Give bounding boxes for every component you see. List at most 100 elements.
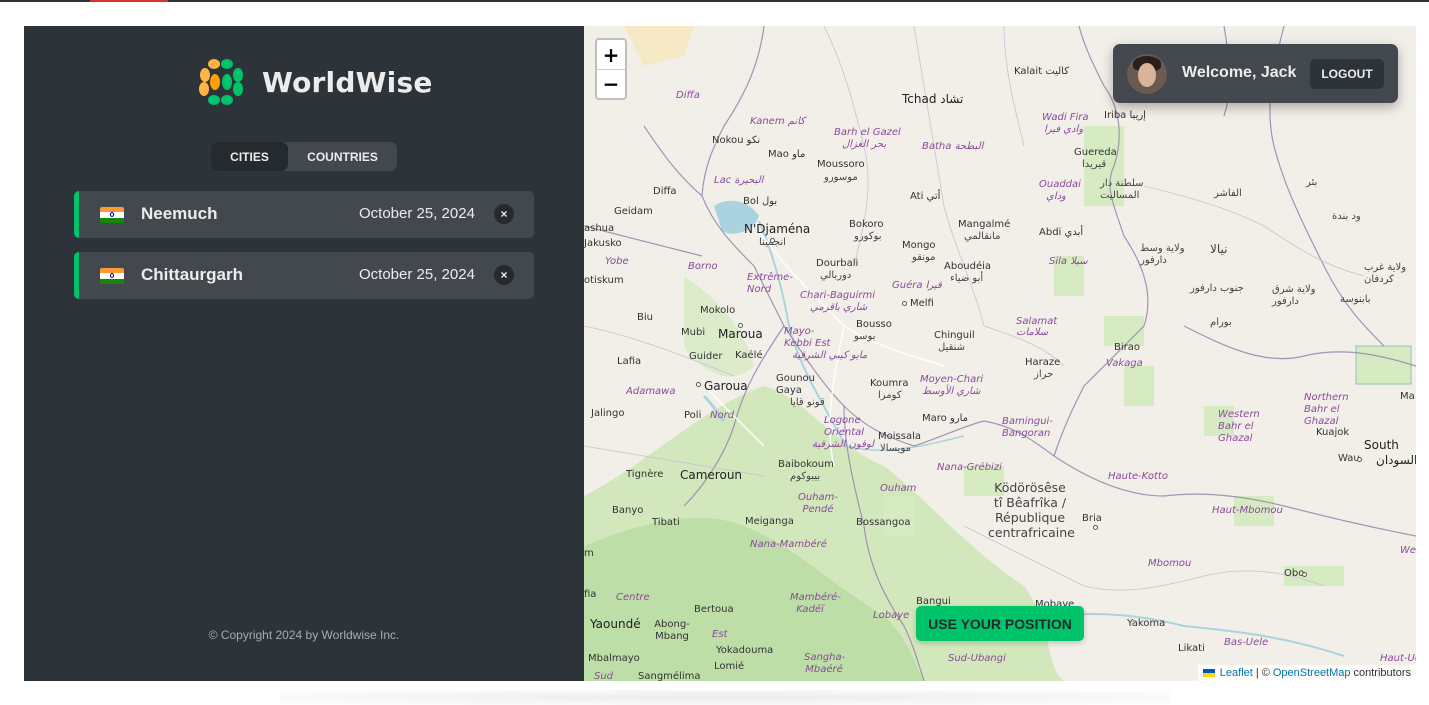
delete-city-button[interactable]: × [494, 265, 514, 285]
map-label-fia: fia [584, 589, 597, 600]
map-label-dourbali: Dourbali [816, 258, 859, 269]
city-date: October 25, 2024 [359, 266, 475, 283]
map-label-tibati: Tibati [652, 517, 680, 528]
map-label-mambere-kadei: Mambéré-Kadéï [790, 592, 841, 615]
map-label-diffa-top: Diffa [676, 90, 700, 101]
map-label-wad-banda: ود بندة [1332, 211, 1361, 222]
map-label-bokoro-ar: بوكورو [854, 231, 882, 242]
map-attribution: Leaflet | © OpenStreetMap contributors [1197, 665, 1416, 681]
city-item-neemuch[interactable]: Neemuch October 25, 2024 × [74, 191, 534, 238]
map-label-chinguil-ar: شنقيل [938, 342, 966, 353]
map-label-nana-mambere: Nana-Mambéré [750, 539, 827, 550]
map-label-kaele: Kaélé [735, 350, 763, 361]
delete-city-button[interactable]: × [494, 204, 514, 224]
map-label-mokolo: Mokolo [700, 305, 736, 316]
city-item-chittaurgarh[interactable]: Chittaurgarh October 25, 2024 × [74, 252, 534, 299]
zoom-out-button[interactable]: − [597, 69, 625, 98]
map-label-abong-mbang: Abong-Mbang [654, 619, 690, 642]
map-label-baibokoum-ar: بيبوكوم [790, 471, 821, 482]
tab-bar: CITIES COUNTRIES [211, 142, 397, 171]
map-label-cameroun: Cameroun [680, 468, 743, 482]
map-label-yokadouma: Yokadouma [716, 645, 774, 656]
map-label-west-edge: Wes [1400, 545, 1416, 556]
map-label-mao: Mao ماو [768, 149, 806, 160]
map-label-chari-baguirmi-ar: شاري باقرمي [810, 302, 868, 313]
map-label-gounou-gaya: Gounou Gaya [776, 373, 815, 396]
browser-tab-indicator [90, 0, 168, 2]
map-label-vakaga: Vakaga [1106, 358, 1143, 369]
map-label-moissala-ar: مويسالا [880, 443, 911, 454]
map-label-bol: Bol بول [743, 196, 778, 207]
map-label-centre: Centre [616, 592, 650, 603]
map-label-biu: Biu [637, 312, 653, 323]
app-layout: WorldWise CITIES COUNTRIES Neemuch Octob… [24, 26, 1416, 681]
map-label-salamat-ar: سلامات [1016, 327, 1049, 338]
map-label-ouham-pende: Ouham-Pendé [798, 492, 839, 515]
map-label-south-sudan: South [1364, 438, 1399, 452]
map-label-aboudeia: Aboudéia [944, 261, 992, 272]
logo[interactable]: WorldWise [194, 55, 433, 109]
map-label-ashua: ashua [584, 223, 615, 234]
map-label-haut-mbomou: Haut-Mbomou [1212, 505, 1283, 516]
map-label-nord: Nord [710, 410, 735, 421]
map-label-birao: Birao [1114, 342, 1140, 353]
map-label-ati: Ati أتي [910, 191, 941, 202]
map-label-nyala: نيالا [1210, 242, 1228, 256]
city-marker-maroua [738, 323, 743, 328]
map-label-bousso: Bousso [856, 319, 892, 330]
map-label-dourbali-ar: دوربالي [820, 270, 852, 281]
map-label-garoua: Garoua [704, 379, 748, 393]
map-label-haraze-ar: حراز [1034, 369, 1054, 380]
city-name: Chittaurgarh [141, 265, 243, 284]
tab-countries[interactable]: COUNTRIES [288, 142, 397, 171]
map-label-sud-ubangi: Sud-Ubangi [948, 653, 1006, 664]
map-label-nokou: Nokou نكو [712, 135, 761, 146]
map-label-potiskum: otiskum [584, 275, 624, 286]
logout-button[interactable]: LOGOUT [1310, 59, 1384, 89]
map-label-likati: Likati [1178, 643, 1205, 654]
map-label-bokoro: Bokoro [849, 219, 884, 230]
map-label-bamingui: Bamingui-Bangoran [1002, 416, 1053, 439]
map-label-salamat: Salamat [1016, 316, 1058, 327]
map-label-mongo: Mongo [902, 240, 936, 251]
map-label-sangha-mbaere: Sangha-Mbaéré [804, 652, 846, 675]
map-label-ouaddai: Ouaddai [1039, 179, 1081, 190]
map-label-al-fashir: الفاشر [1214, 188, 1242, 199]
map-label-chinguil: Chinguil [934, 330, 975, 341]
map-label-bir: بئر [1306, 177, 1318, 188]
ukraine-flag-icon [1202, 669, 1215, 677]
map-label-bas-uele: Bas-Uele [1224, 637, 1269, 648]
map[interactable]: Kalait كاليت Tchad تشاد Iriba إريبا Wadi… [584, 26, 1416, 681]
city-name: Neemuch [141, 204, 218, 223]
sidebar: WorldWise CITIES COUNTRIES Neemuch Octob… [24, 26, 584, 681]
map-label-lomie: Lomié [714, 661, 745, 672]
map-label-wadi-fira: Wadi Fira [1042, 112, 1089, 123]
map-label-borno: Borno [688, 261, 718, 272]
use-position-button[interactable]: USE YOUR POSITION [916, 606, 1084, 641]
map-label-baibokoum: Baibokoum [778, 459, 834, 470]
map-label-aboudeia-ar: أبو ضياء [950, 273, 984, 284]
tab-cities[interactable]: CITIES [211, 142, 288, 171]
india-flag-icon [100, 207, 124, 223]
map-label-sud: Sud [594, 671, 614, 681]
map-label-barh-el-gazel-ar: بحر الغزال [842, 139, 887, 150]
map-label-mangalme-ar: مانقالمي [964, 231, 1001, 242]
map-label-m-edge: m [584, 548, 594, 559]
map-label-east-darfur: ولاية شرق دارفور [1272, 284, 1316, 307]
zoom-control: + − [595, 38, 627, 100]
user-panel: Welcome, Jack LOGOUT [1113, 44, 1398, 103]
map-label-koumra: Koumra [870, 378, 909, 389]
map-label-mbomou: Mbomou [1148, 558, 1192, 569]
map-label-mayo-kebbi: Mayo-Kebbi Est [784, 326, 831, 349]
leaflet-link[interactable]: Leaflet [1220, 667, 1253, 679]
map-label-yobe: Yobe [605, 256, 629, 267]
map-label-bousso-ar: بوسو [854, 331, 876, 342]
map-label-mongo-ar: مونقو [912, 252, 936, 263]
zoom-in-button[interactable]: + [597, 40, 625, 69]
map-label-meiganga: Meiganga [745, 516, 794, 527]
map-label-northern-bahr: Northern Bahr el Ghazal [1304, 392, 1349, 427]
map-label-batha: Batha البطحة [922, 141, 984, 152]
map-label-haraze: Haraze [1025, 357, 1061, 368]
osm-link[interactable]: OpenStreetMap [1273, 667, 1351, 679]
map-label-extreme-nord: Extrême-Nord [747, 272, 793, 295]
